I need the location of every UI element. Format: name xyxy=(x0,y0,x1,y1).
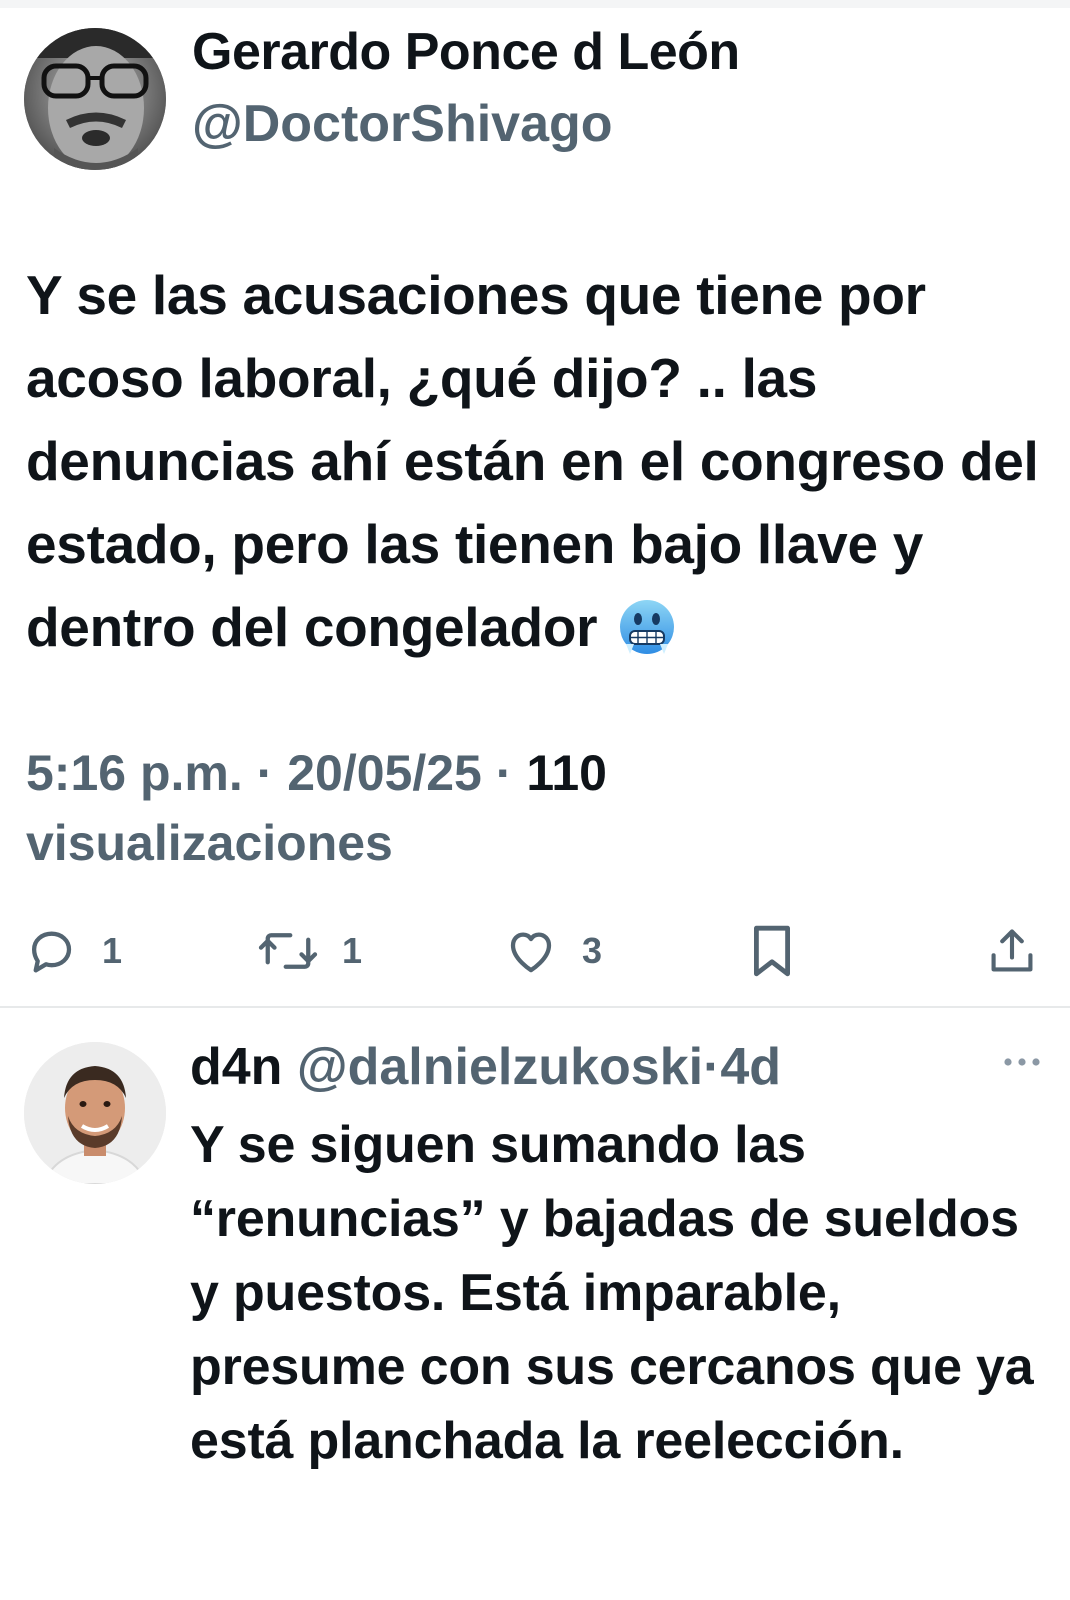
reply-header: d4n @dalnielzukoski·4d xyxy=(190,1034,781,1100)
like-icon xyxy=(510,932,552,973)
tweet-text-body: Y se las acusaciones que tiene por acoso… xyxy=(26,264,1039,658)
reply-author-name[interactable]: d4n xyxy=(190,1038,282,1096)
reply-icon xyxy=(31,931,72,973)
meta-separator: · xyxy=(256,745,274,801)
cold-face-emoji xyxy=(620,600,675,654)
author-avatar[interactable] xyxy=(24,28,166,170)
views-label: visualizaciones xyxy=(26,815,393,871)
share-button[interactable] xyxy=(986,918,1038,984)
tweet-text: Y se las acusaciones que tiene por acoso… xyxy=(26,254,1056,669)
tweet-time[interactable]: 5:16 p.m. xyxy=(26,745,243,801)
action-bar: 1 1 3 xyxy=(0,918,1070,984)
bookmark-button[interactable] xyxy=(748,918,796,984)
reply-button[interactable]: 1 xyxy=(24,918,122,984)
reply-text: Y se siguen sumando las “renuncias” y ba… xyxy=(190,1116,1034,1470)
reply-count: 1 xyxy=(102,930,123,971)
share-icon xyxy=(991,929,1033,972)
reply-author-handle[interactable]: @dalnielzukoski xyxy=(297,1038,703,1096)
tweet-divider xyxy=(0,1006,1070,1008)
author-handle[interactable]: @DoctorShivago xyxy=(192,94,613,154)
reply-author-avatar[interactable] xyxy=(24,1042,166,1184)
main-tweet: Gerardo Ponce d León @DoctorShivago Y se… xyxy=(0,0,1070,1026)
author-name[interactable]: Gerardo Ponce d León xyxy=(192,22,740,82)
retweet-count: 1 xyxy=(342,930,363,971)
tweet-meta: 5:16 p.m. · 20/05/25 · 110 visualizacion… xyxy=(26,738,1026,878)
reply-separator: · xyxy=(703,1038,721,1096)
meta-separator: · xyxy=(495,745,513,801)
top-divider xyxy=(0,0,1070,8)
bookmark-icon xyxy=(754,925,790,977)
retweet-icon xyxy=(258,933,318,969)
views-count: 110 xyxy=(526,745,607,801)
like-count: 3 xyxy=(582,930,603,971)
retweet-button[interactable]: 1 xyxy=(258,918,362,984)
reply-time[interactable]: 4d xyxy=(720,1038,781,1096)
tweet-date[interactable]: 20/05/25 xyxy=(287,745,482,801)
more-icon[interactable] xyxy=(1002,1054,1042,1070)
like-button[interactable]: 3 xyxy=(504,918,602,984)
tweet-detail-page: Gerardo Ponce d León @DoctorShivago Y se… xyxy=(0,0,1070,1600)
